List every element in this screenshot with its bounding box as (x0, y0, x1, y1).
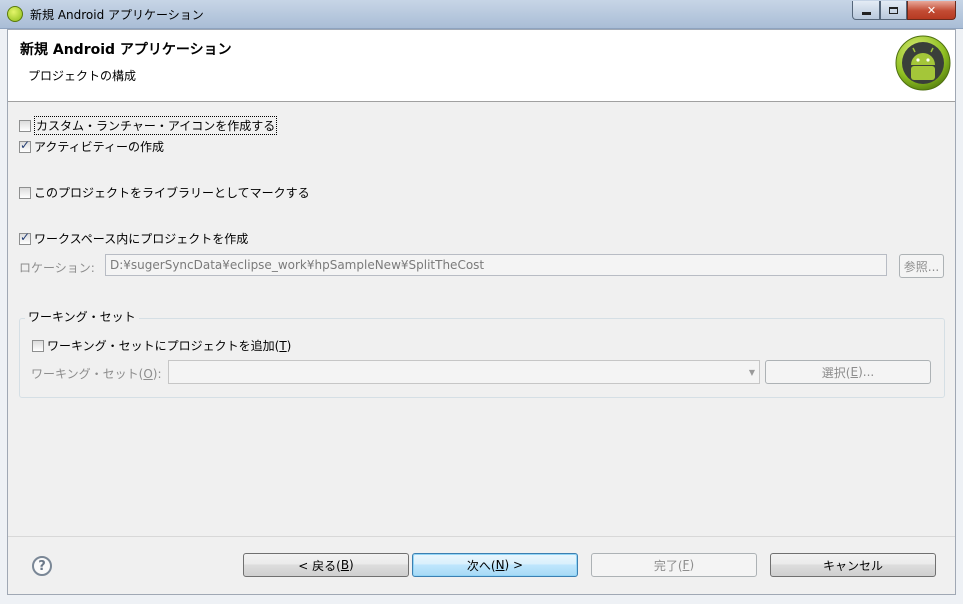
create-activity-checkbox[interactable] (19, 138, 31, 153)
select-prefix: 選択( (821, 365, 851, 380)
workspace-option[interactable]: ワークスペース内にプロジェクトを作成 (19, 230, 248, 247)
window-title: 新規 Android アプリケーション (30, 8, 204, 22)
wizard-header: 新規 Android アプリケーション プロジェクトの構成 (8, 30, 955, 102)
maximize-button[interactable] (880, 1, 907, 20)
next-suffix: ) > (504, 558, 524, 572)
ws-label-mnemonic: O (143, 367, 153, 381)
chevron-down-icon: ▼ (748, 368, 755, 377)
add-to-working-set-option[interactable]: ワーキング・セットにプロジェクトを追加(T) (32, 337, 291, 354)
workspace-label: ワークスペース内にプロジェクトを作成 (34, 232, 249, 246)
library-checkbox[interactable] (19, 186, 31, 199)
next-prefix: 次へ( (466, 558, 496, 573)
select-working-set-button[interactable]: 選択(E)... (765, 360, 931, 384)
next-button[interactable]: 次へ(N) > (412, 553, 578, 577)
add-label-suffix: ) (286, 339, 292, 353)
working-set-group-title: ワーキング・セット (25, 308, 139, 325)
add-to-working-set-label: ワーキング・セットにプロジェクトを追加(T) (47, 337, 291, 354)
close-button[interactable]: ✕ (907, 1, 956, 20)
custom-icon-checkbox[interactable] (19, 119, 31, 132)
working-set-combo[interactable]: ▼ (168, 360, 760, 384)
working-set-label: ワーキング・セット(O): (31, 365, 162, 382)
android-logo-icon (895, 35, 951, 91)
back-prefix: < 戻る( (298, 558, 341, 573)
library-option[interactable]: このプロジェクトをライブラリーとしてマークする (19, 184, 310, 201)
ws-label-suffix: ): (152, 367, 162, 381)
location-field[interactable]: D:¥sugerSyncData¥eclipse_work¥hpSampleNe… (105, 254, 887, 276)
back-mnemonic: B (340, 558, 350, 572)
finish-button[interactable]: 完了(F) (591, 553, 757, 577)
footer-separator (8, 536, 955, 537)
page-title: 新規 Android アプリケーション (20, 42, 232, 58)
back-button[interactable]: < 戻る(B) (243, 553, 409, 577)
close-icon: ✕ (926, 3, 937, 17)
android-app-icon (7, 6, 23, 22)
minimize-icon (861, 11, 871, 15)
location-label: ロケーション: (19, 261, 95, 275)
select-mnemonic: E (850, 365, 859, 379)
workspace-checkbox[interactable] (19, 230, 31, 245)
help-icon[interactable]: ? (32, 556, 52, 576)
window-titlebar: 新規 Android アプリケーション ✕ (0, 0, 963, 29)
add-label-mnemonic: T (279, 339, 287, 353)
add-to-working-set-checkbox[interactable] (32, 339, 44, 352)
add-label-prefix: ワーキング・セットにプロジェクトを追加( (47, 339, 280, 353)
create-activity-option[interactable]: アクティビティーの作成 (19, 138, 164, 155)
select-suffix: )... (858, 365, 875, 379)
custom-icon-option[interactable]: カスタム・ランチャー・アイコンを作成する (19, 116, 278, 135)
next-mnemonic: N (495, 558, 505, 572)
create-activity-label: アクティビティーの作成 (34, 140, 164, 154)
finish-prefix: 完了( (653, 558, 683, 573)
finish-suffix: ) (689, 558, 695, 572)
browse-button[interactable]: 参照... (899, 254, 944, 278)
maximize-icon (889, 6, 898, 14)
finish-mnemonic: F (682, 558, 690, 572)
working-set-group (19, 318, 945, 398)
minimize-button[interactable] (852, 1, 880, 20)
ws-label-prefix: ワーキング・セット( (31, 367, 144, 381)
cancel-button[interactable]: キャンセル (770, 553, 936, 577)
custom-icon-label: カスタム・ランチャー・アイコンを作成する (34, 116, 278, 135)
page-subtitle: プロジェクトの構成 (28, 69, 137, 83)
back-suffix: ) (349, 558, 354, 572)
library-label: このプロジェクトをライブラリーとしてマークする (34, 186, 310, 200)
dialog-client-area: 新規 Android アプリケーション プロジェクトの構成 カスタム・ランチャー… (7, 29, 956, 595)
